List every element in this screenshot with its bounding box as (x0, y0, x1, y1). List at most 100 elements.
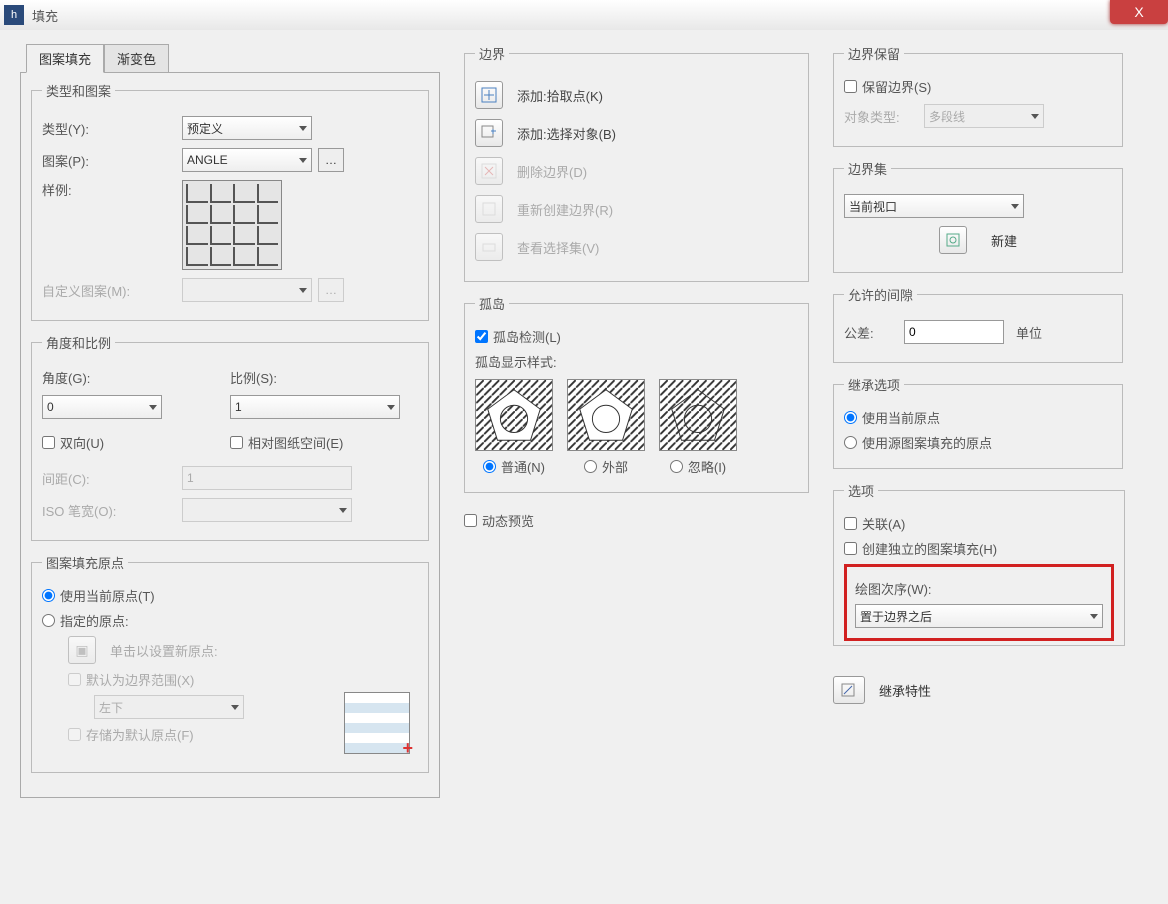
chevron-down-icon (1090, 614, 1098, 619)
label-type: 类型(Y): (42, 119, 182, 138)
label-tolerance: 公差: (844, 323, 904, 342)
group-options: 选项 关联(A) 创建独立的图案填充(H) 绘图次序(W): 置于边界之后 (833, 481, 1125, 646)
label-add-pick: 添加:拾取点(K) (517, 86, 603, 105)
legend-inherit-options: 继承选项 (844, 375, 904, 394)
label-custom-pattern: 自定义图案(M): (42, 281, 182, 300)
island-option-normal[interactable]: 普通(N) (475, 379, 553, 476)
tab-gradient[interactable]: 渐变色 (104, 44, 169, 72)
checkbox-associative-label: 关联(A) (862, 514, 905, 533)
radio-inherit-source[interactable]: 使用源图案填充的原点 (844, 433, 1112, 452)
tab-strip: 图案填充 渐变色 (26, 44, 440, 72)
legend-islands: 孤岛 (475, 294, 509, 313)
chevron-down-icon (299, 158, 307, 163)
checkbox-keep-boundary-label: 保留边界(S) (862, 77, 931, 96)
chevron-down-icon (1031, 114, 1039, 119)
combo-boundary-set[interactable]: 当前视口 (844, 194, 1024, 218)
tab-panel-hatch: 类型和图案 类型(Y): 预定义 图案(P): ANGLE … 样例: (20, 72, 440, 798)
eyedropper-icon (840, 682, 858, 698)
radio-inherit-current[interactable]: 使用当前原点 (844, 408, 1112, 427)
checkbox-separate-hatch[interactable]: 创建独立的图案填充(H) (844, 539, 1114, 558)
origin-preview (344, 692, 410, 754)
close-button[interactable]: X (1110, 0, 1168, 24)
combo-pattern[interactable]: ANGLE (182, 148, 312, 172)
row-click-set-origin: ▣ 单击以设置新原点: (68, 636, 418, 664)
pattern-browse-button[interactable]: … (318, 148, 344, 172)
checkbox-relative-label: 相对图纸空间(E) (248, 433, 343, 452)
combo-draw-order-value: 置于边界之后 (860, 608, 932, 625)
label-scale: 比例(S): (230, 368, 418, 387)
legend-gap: 允许的间隙 (844, 285, 917, 304)
group-gap: 允许的间隙 公差: 单位 (833, 285, 1123, 363)
row-recreate-boundary: 重新创建边界(R) (475, 195, 798, 223)
inherit-props-button[interactable] (833, 676, 865, 704)
combo-scale[interactable]: 1 (230, 395, 400, 419)
combo-draw-order[interactable]: 置于边界之后 (855, 604, 1103, 628)
radio-use-current-origin[interactable]: 使用当前原点(T) (42, 586, 418, 605)
label-add-select: 添加:选择对象(B) (517, 124, 616, 143)
row-view-selection: 查看选择集(V) (475, 233, 798, 261)
legend-angle-scale: 角度和比例 (42, 333, 115, 352)
row-add-pick: 添加:拾取点(K) (475, 81, 798, 109)
checkbox-relative[interactable]: 相对图纸空间(E) (230, 433, 418, 452)
add-pick-button[interactable] (475, 81, 503, 109)
radio-inherit-source-label: 使用源图案填充的原点 (862, 433, 992, 452)
checkbox-island-detection-label: 孤岛检测(L) (493, 327, 561, 346)
group-inherit-options: 继承选项 使用当前原点 使用源图案填充的原点 (833, 375, 1123, 469)
label-island-style: 孤岛显示样式: (475, 352, 798, 371)
label-remove-boundary: 删除边界(D) (517, 162, 587, 181)
chevron-down-icon (149, 405, 157, 410)
island-normal-icon (476, 380, 552, 450)
legend-boundary-set: 边界集 (844, 159, 891, 178)
select-objects-icon (481, 125, 497, 141)
combo-type[interactable]: 预定义 (182, 116, 312, 140)
label-pattern: 图案(P): (42, 151, 182, 170)
radio-use-current-origin-label: 使用当前原点(T) (60, 586, 155, 605)
radio-specified-origin[interactable]: 指定的原点: (42, 611, 418, 630)
combo-type-value: 预定义 (187, 120, 223, 137)
combo-extents-value: 左下 (99, 699, 123, 716)
checkbox-dynamic-label: 动态预览 (482, 511, 534, 530)
island-option-ignore[interactable]: 忽略(I) (659, 379, 737, 476)
view-selection-button (475, 233, 503, 261)
checkbox-associative[interactable]: 关联(A) (844, 514, 1114, 533)
checkbox-keep-boundary[interactable]: 保留边界(S) (844, 77, 1112, 96)
chevron-down-icon (339, 508, 347, 513)
input-tolerance[interactable] (904, 320, 1004, 344)
view-icon (481, 239, 497, 255)
app-icon: h (4, 5, 24, 25)
plus-target-icon (481, 87, 497, 103)
combo-iso (182, 498, 352, 522)
add-select-button[interactable] (475, 119, 503, 147)
label-click-set-origin: 单击以设置新原点: (110, 641, 218, 660)
checkbox-double[interactable]: 双向(U) (42, 433, 230, 452)
left-column: 图案填充 渐变色 类型和图案 类型(Y): 预定义 图案(P): ANGLE … (20, 44, 440, 798)
recreate-boundary-button (475, 195, 503, 223)
checkbox-island-detection[interactable]: 孤岛检测(L) (475, 327, 798, 346)
chevron-down-icon (299, 126, 307, 131)
tab-hatch[interactable]: 图案填充 (26, 44, 104, 73)
new-boundary-set-icon-button[interactable] (939, 226, 967, 254)
checkbox-double-label: 双向(U) (60, 433, 104, 452)
row-inherit-props: 继承特性 (833, 676, 1123, 704)
remove-boundary-button (475, 157, 503, 185)
island-outer-label: 外部 (602, 457, 628, 476)
radio-inherit-current-label: 使用当前原点 (862, 408, 940, 427)
pick-origin-button: ▣ (68, 636, 96, 664)
checkbox-dynamic-preview[interactable]: 动态预览 (464, 511, 809, 530)
group-boundaries: 边界 添加:拾取点(K) 添加:选择对象(B) 删除边界(D) (464, 44, 809, 282)
row-add-select: 添加:选择对象(B) (475, 119, 798, 147)
label-angle: 角度(G): (42, 368, 230, 387)
combo-angle-value: 0 (47, 400, 54, 414)
combo-angle[interactable]: 0 (42, 395, 162, 419)
group-boundary-set: 边界集 当前视口 新建 (833, 159, 1123, 273)
input-spacing (182, 466, 352, 490)
island-ignore-icon (660, 380, 736, 450)
island-option-outer[interactable]: 外部 (567, 379, 645, 476)
label-iso: ISO 笔宽(O): (42, 501, 182, 520)
group-boundary-retain: 边界保留 保留边界(S) 对象类型: 多段线 (833, 44, 1123, 147)
right-column: 边界保留 保留边界(S) 对象类型: 多段线 边界集 当前视口 新建 (833, 44, 1123, 798)
label-inherit-props: 继承特性 (879, 681, 931, 700)
label-spacing: 间距(C): (42, 469, 182, 488)
label-swatch: 样例: (42, 180, 182, 199)
swatch-preview[interactable] (182, 180, 282, 270)
